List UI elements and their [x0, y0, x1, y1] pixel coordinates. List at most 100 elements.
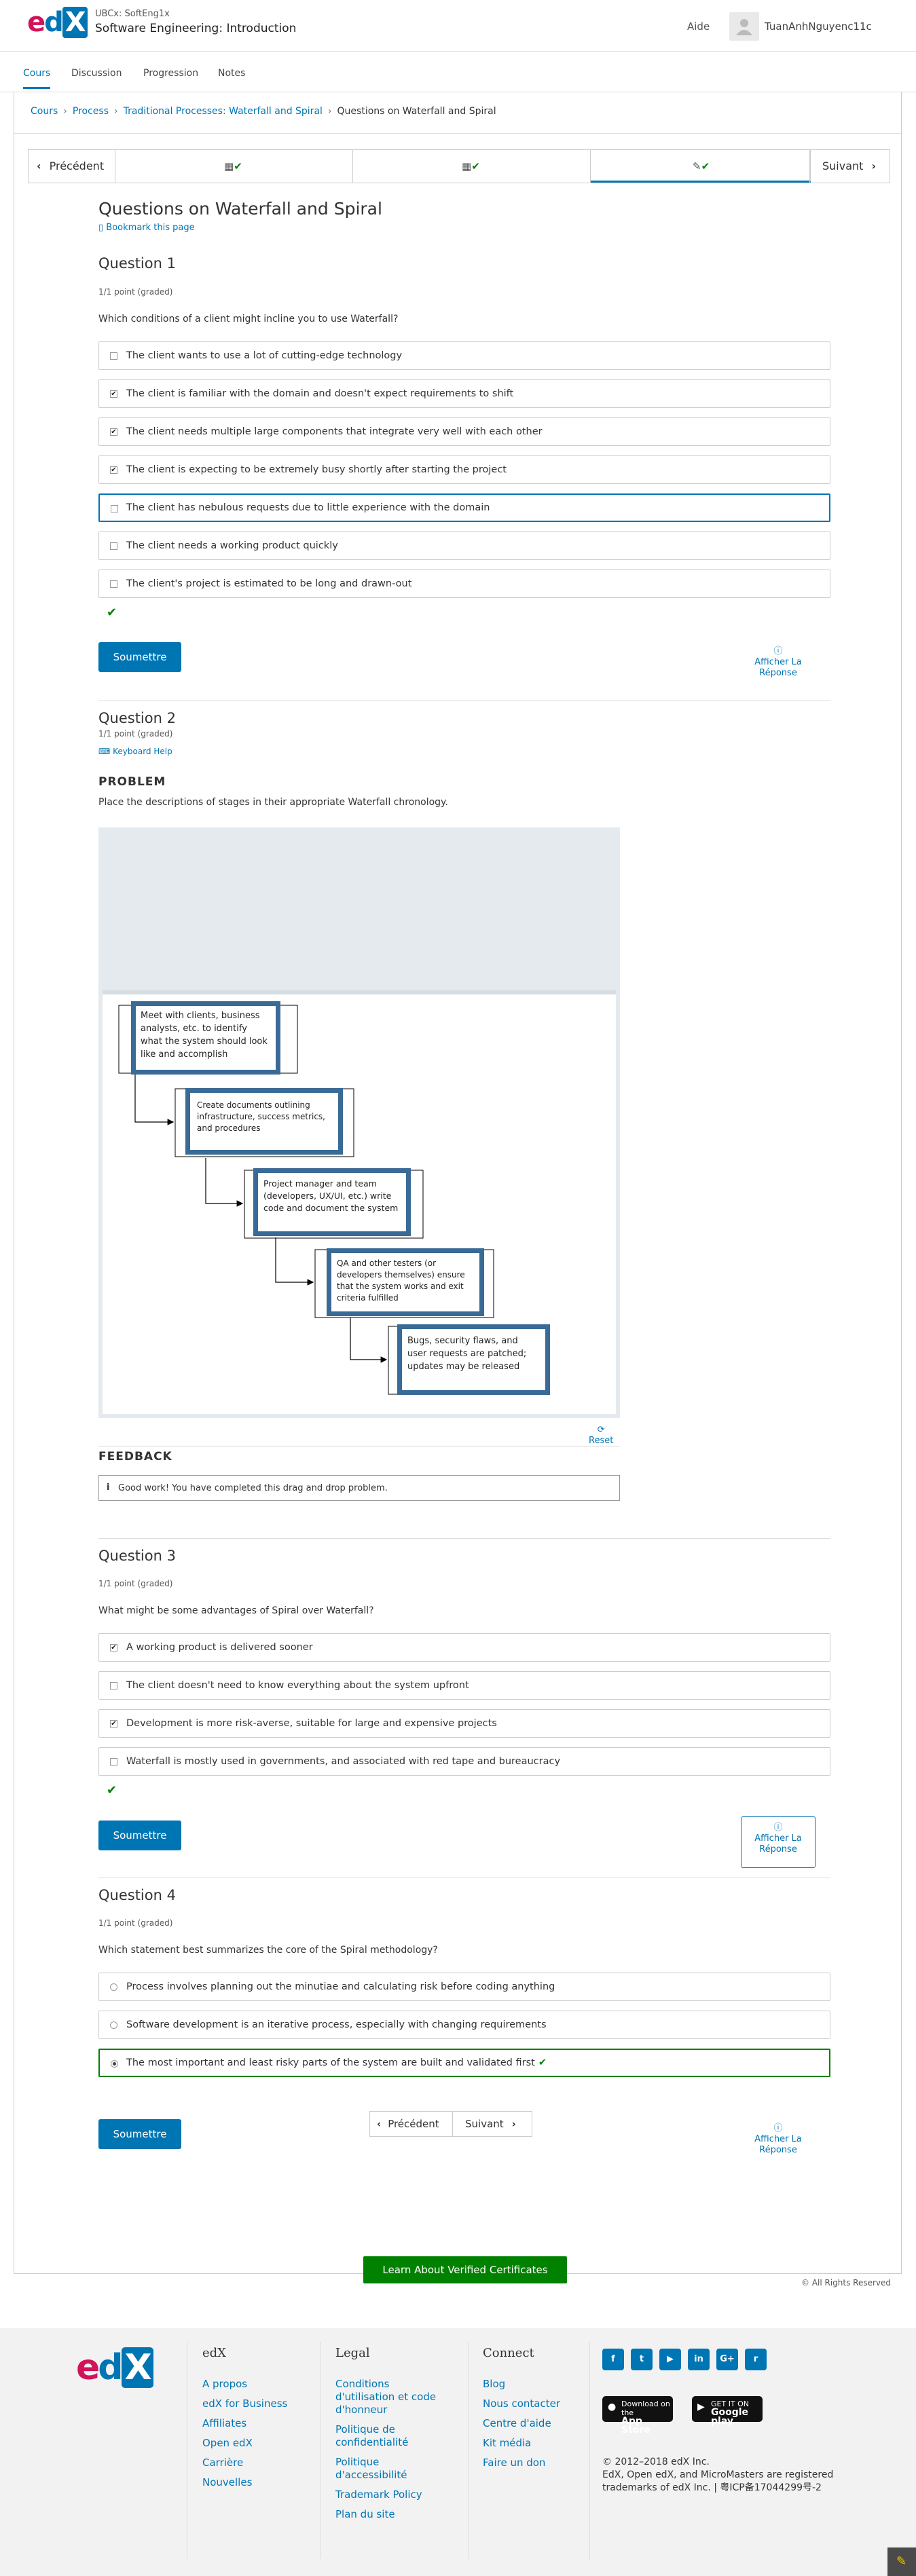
footer-link[interactable]: Centre d'aide — [483, 2417, 591, 2430]
divider — [98, 1538, 830, 1539]
verified-certificates-button[interactable]: Learn About Verified Certificates — [363, 2256, 567, 2283]
sequence-next-button[interactable]: Suivant › — [809, 150, 890, 183]
checkbox[interactable] — [110, 1682, 117, 1690]
dropped-item[interactable]: Bugs, security flaws, and user requests … — [397, 1324, 550, 1395]
reddit-icon[interactable]: r — [745, 2349, 767, 2370]
youtube-icon[interactable]: ▶ — [659, 2349, 681, 2370]
question-points: 1/1 point (graded) — [98, 1579, 173, 1588]
choice-option[interactable]: ✔ A working product is delivered sooner — [98, 1633, 830, 1662]
footer-link[interactable]: Faire un don — [483, 2457, 591, 2469]
footer-link[interactable]: Blog — [483, 2378, 591, 2391]
radio-button[interactable] — [110, 1983, 117, 1991]
footer-link[interactable]: Plan du site — [335, 2508, 444, 2521]
app-store-badge[interactable]: ● Download on the App Store — [602, 2396, 673, 2435]
footer-link[interactable]: Open edX — [202, 2437, 318, 2450]
tab-cours[interactable]: Cours — [23, 68, 51, 89]
facebook-icon[interactable]: f — [602, 2349, 624, 2370]
dropped-item[interactable]: Create documents outlining infrastructur… — [185, 1088, 343, 1155]
prev-unit-button[interactable]: ‹ Précédent — [370, 2112, 453, 2136]
footer-link[interactable]: Trademark Policy — [335, 2488, 444, 2501]
sequence-tab-1[interactable]: ▦✔ — [115, 150, 353, 183]
username-menu[interactable]: TuanAnhNguyenc11c — [765, 20, 872, 33]
footer-edx-logo[interactable]: edX — [76, 2347, 153, 2388]
submit-button[interactable]: Soumettre — [98, 1821, 181, 1850]
breadcrumb-subsection[interactable]: Traditional Processes: Waterfall and Spi… — [124, 106, 323, 117]
sequence-tab-2[interactable]: ▦✔ — [353, 150, 591, 183]
footer-link[interactable]: Kit média — [483, 2437, 591, 2450]
checkbox[interactable]: ✔ — [110, 466, 117, 474]
footer-link[interactable]: Affiliates — [202, 2417, 318, 2430]
question-prompt: Which conditions of a client might incli… — [98, 314, 399, 324]
choice-option[interactable]: The client has nebulous requests due to … — [98, 493, 830, 522]
twitter-icon[interactable]: t — [631, 2349, 653, 2370]
tab-notes[interactable]: Notes — [218, 68, 245, 87]
edx-logo[interactable]: ed X — [27, 7, 88, 38]
choice-option[interactable]: The client doesn't need to know everythi… — [98, 1671, 830, 1700]
choice-option[interactable]: ✔ The client needs multiple large compone… — [98, 417, 830, 446]
reset-button[interactable]: ⟳ Reset — [589, 1425, 613, 1446]
footer-link[interactable]: Carrière — [202, 2457, 318, 2469]
footer-link[interactable]: Politique d'accessibilité — [335, 2456, 444, 2482]
check-icon: ✔ — [701, 160, 710, 172]
next-unit-button[interactable]: Suivant › — [453, 2112, 532, 2136]
correct-check-icon: ✔ — [107, 605, 117, 620]
checkbox[interactable]: ✔ — [110, 390, 117, 398]
avatar[interactable] — [729, 12, 759, 41]
submit-button[interactable]: Soumettre — [98, 2119, 181, 2149]
checkbox[interactable] — [110, 580, 117, 588]
question-title: Question 2 — [98, 710, 176, 726]
breadcrumb-cours[interactable]: Cours — [31, 106, 58, 117]
choice-option[interactable]: ✔ Development is more risk-averse, suitab… — [98, 1709, 830, 1738]
footer-link[interactable]: A propos — [202, 2378, 318, 2391]
feedback-heading: FEEDBACK — [98, 1450, 172, 1463]
submit-button[interactable]: Soumettre — [98, 642, 181, 672]
dropped-item[interactable]: Project manager and team (developers, UX… — [253, 1168, 411, 1236]
checkbox[interactable]: ✔ — [110, 428, 117, 436]
linkedin-icon[interactable]: in — [688, 2349, 710, 2370]
help-link[interactable]: Aide — [687, 20, 710, 33]
footer-link[interactable]: Conditions d'utilisation et code d'honne… — [335, 2378, 444, 2416]
choice-option[interactable]: ✔ The client is familiar with the domain … — [98, 379, 830, 408]
video-icon: ▦ — [462, 160, 472, 172]
show-answer-button[interactable]: ⓘ Afficher La Réponse — [741, 2121, 816, 2172]
radio-button[interactable] — [110, 2021, 117, 2029]
info-icon: ⓘ — [773, 646, 783, 656]
choice-option[interactable]: Waterfall is mostly used in governments,… — [98, 1747, 830, 1776]
checkbox[interactable] — [110, 352, 117, 360]
choice-option[interactable]: The client's project is estimated to be … — [98, 570, 830, 598]
tab-progression[interactable]: Progression — [143, 68, 198, 87]
show-answer-button[interactable]: ⓘ Afficher La Réponse — [741, 1816, 816, 1868]
radio-button[interactable] — [111, 2060, 118, 2068]
checkbox[interactable] — [111, 505, 118, 512]
checkbox[interactable] — [110, 542, 117, 550]
choice-option[interactable]: Process involves planning out the minuti… — [98, 1973, 830, 2001]
keyboard-help-link[interactable]: ⌨ Keyboard Help — [98, 747, 172, 756]
dropped-item[interactable]: QA and other testers (or developers them… — [327, 1248, 484, 1316]
choice-option[interactable]: The most important and least risky parts… — [98, 2049, 830, 2077]
sequence-prev-button[interactable]: ‹ Précédent — [29, 150, 115, 183]
sequence-tab-3[interactable]: ✎✔ — [591, 150, 811, 183]
footer-link[interactable]: Nous contacter — [483, 2397, 591, 2410]
checkbox[interactable] — [110, 1758, 117, 1766]
chevron-left-icon: ‹ — [377, 2118, 382, 2130]
breadcrumb-process[interactable]: Process — [73, 106, 109, 117]
footer-link[interactable]: edX for Business — [202, 2397, 318, 2410]
checkbox[interactable]: ✔ — [110, 1644, 117, 1651]
choice-option[interactable]: ✔ The client is expecting to be extremely… — [98, 455, 830, 484]
footer-link[interactable]: Politique de confidentialité — [335, 2423, 444, 2449]
dropped-item[interactable]: Meet with clients, business analysts, et… — [131, 1001, 280, 1075]
choice-option[interactable]: Software development is an iterative pro… — [98, 2011, 830, 2039]
choice-option[interactable]: The client needs a working product quick… — [98, 531, 830, 560]
show-answer-button[interactable]: ⓘ Afficher La Réponse — [741, 643, 816, 695]
tab-discussion[interactable]: Discussion — [71, 68, 122, 87]
edit-button[interactable]: ✎ — [887, 2547, 916, 2576]
google-play-badge[interactable]: ▶ GET IT ON Google play — [692, 2396, 763, 2426]
choice-option[interactable]: The client wants to use a lot of cutting… — [98, 341, 830, 370]
sequence-nav: ‹ Précédent ▦✔ ▦✔ ✎✔ Suivant › — [28, 149, 890, 183]
googleplus-icon[interactable]: G+ — [716, 2349, 738, 2370]
item-bank[interactable] — [103, 832, 616, 994]
breadcrumb-separator: › — [63, 106, 67, 117]
footer-link[interactable]: Nouvelles — [202, 2476, 318, 2489]
checkbox[interactable]: ✔ — [110, 1720, 117, 1728]
bookmark-button[interactable]: ▯ Bookmark this page — [98, 223, 195, 233]
